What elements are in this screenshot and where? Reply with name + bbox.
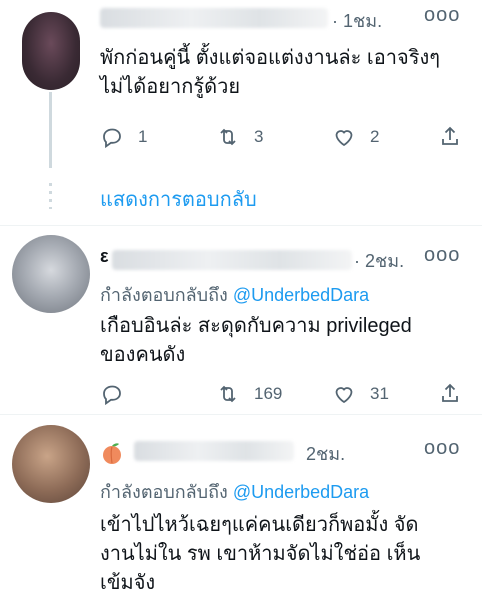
like-count: 2 bbox=[370, 127, 380, 146]
like-button[interactable]: 2 bbox=[332, 122, 379, 152]
more-icon[interactable]: ooo bbox=[424, 437, 460, 460]
action-bar: 1 3 2 bbox=[100, 122, 470, 152]
tweet-3[interactable]: 2ชม. ooo กำลังตอบกลับถึง @UnderbedDara เ… bbox=[0, 415, 482, 608]
show-replies-link[interactable]: แสดงการตอบกลับ bbox=[100, 183, 257, 215]
tweet-text-line: ของคนดัง bbox=[100, 344, 186, 366]
timestamp[interactable]: · 2ชม. bbox=[354, 246, 404, 275]
avatar[interactable] bbox=[22, 12, 80, 90]
tweet-text-line: ไม่ได้อยากรู้ด้วย bbox=[100, 76, 241, 98]
thread-continuation-dots bbox=[49, 183, 52, 209]
replying-to-label: กำลังตอบกลับถึง bbox=[100, 482, 228, 502]
mention-link[interactable]: @UnderbedDara bbox=[233, 482, 369, 502]
retweet-count: 3 bbox=[254, 127, 264, 146]
action-bar: 169 31 bbox=[100, 379, 470, 409]
author-name-blurred[interactable] bbox=[100, 8, 328, 28]
avatar[interactable] bbox=[12, 425, 90, 503]
retweet-button[interactable]: 169 bbox=[216, 379, 282, 409]
like-icon bbox=[335, 387, 353, 404]
reply-icon bbox=[103, 385, 121, 406]
author-name-blurred[interactable] bbox=[134, 441, 294, 461]
replying-to: กำลังตอบกลับถึง @UnderbedDara bbox=[100, 477, 369, 506]
tweet-1[interactable]: · 1ชม. ooo พักก่อนคู่นี้ ตั้งแต่จอแต่งงา… bbox=[0, 0, 482, 168]
share-icon bbox=[442, 383, 458, 402]
timestamp[interactable]: · 1ชม. bbox=[332, 6, 382, 35]
retweet-button[interactable]: 3 bbox=[216, 122, 263, 152]
timestamp[interactable]: 2ชม. bbox=[306, 439, 345, 468]
mention-link[interactable]: @UnderbedDara bbox=[233, 285, 369, 305]
tweet-text: เข้าไปไหว้เฉยๆแค่คนเดียวก็พอมั้ง จัด งาน… bbox=[100, 511, 420, 598]
tweet-text: เกือบอินล่ะ สะดุดกับความ privileged ของค… bbox=[100, 312, 412, 370]
more-icon[interactable]: ooo bbox=[424, 4, 460, 27]
like-icon bbox=[335, 130, 353, 147]
reply-button[interactable] bbox=[100, 379, 138, 409]
more-icon[interactable]: ooo bbox=[424, 244, 460, 267]
tweet-text: พักก่อนคู่นี้ ตั้งแต่จอแต่งงานล่ะ เอาจริ… bbox=[100, 44, 440, 102]
name-prefix: ε bbox=[100, 246, 109, 266]
share-button[interactable] bbox=[438, 379, 462, 409]
thread-line bbox=[49, 92, 52, 168]
avatar[interactable] bbox=[12, 235, 90, 313]
tweet-text-line: พักก่อนคู่นี้ ตั้งแต่จอแต่งงานล่ะ เอาจริ… bbox=[100, 47, 440, 69]
reply-button[interactable]: 1 bbox=[100, 122, 147, 152]
replying-to-label: กำลังตอบกลับถึง bbox=[100, 285, 228, 305]
replying-to: กำลังตอบกลับถึง @UnderbedDara bbox=[100, 280, 369, 309]
like-button[interactable]: 31 bbox=[332, 379, 389, 409]
like-count: 31 bbox=[370, 384, 389, 403]
tweet-2[interactable]: ε · 2ชม. ooo กำลังตอบกลับถึง @UnderbedDa… bbox=[0, 226, 482, 414]
retweet-icon bbox=[220, 385, 236, 403]
reply-count: 1 bbox=[138, 127, 148, 146]
tweet-text-line: เกือบอินล่ะ สะดุดกับความ privileged bbox=[100, 315, 412, 337]
share-icon bbox=[442, 126, 458, 145]
tweet-text-line: เข้มจัง bbox=[100, 572, 156, 594]
peach-emoji-icon bbox=[103, 443, 121, 464]
tweet-text-line: เข้าไปไหว้เฉยๆแค่คนเดียวก็พอมั้ง จัด bbox=[100, 514, 419, 536]
author-name-blurred[interactable] bbox=[112, 250, 352, 270]
retweet-icon bbox=[220, 128, 236, 146]
retweet-count: 169 bbox=[254, 384, 283, 403]
reply-icon bbox=[103, 128, 121, 149]
tweet-text-line: งานไม่ใน รพ เขาห้ามจัดไม่ใช่อ่อ เห็น bbox=[100, 543, 421, 565]
share-button[interactable] bbox=[438, 122, 462, 152]
